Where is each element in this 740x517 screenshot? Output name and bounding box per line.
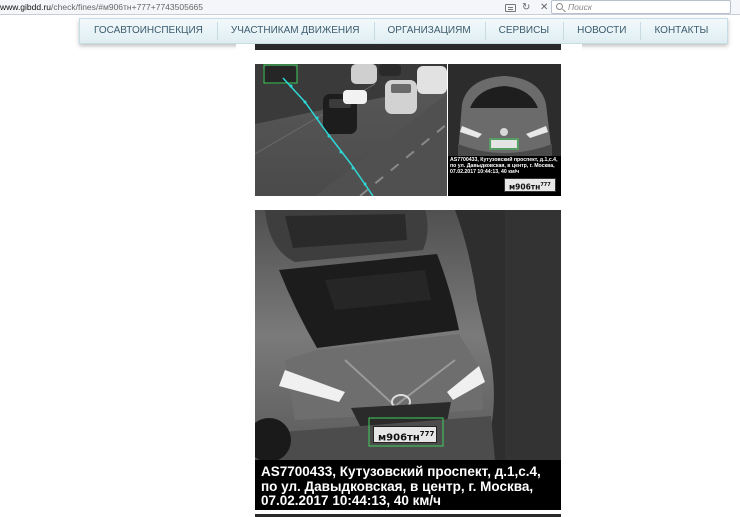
url-field[interactable]: www.gibdd.ru/check/fines/#м906тн+777+774… [0, 1, 500, 14]
nav-item-organizaciyam[interactable]: ОРГАНИЗАЦИЯМ [373, 18, 485, 44]
main-nav: ГОСАВТОИНСПЕКЦИЯ УЧАСТНИКАМ ДВИЖЕНИЯ ОРГ… [79, 18, 728, 44]
plate-number: м906тн [509, 182, 541, 192]
previous-photo-strip [255, 44, 561, 50]
address-bar: www.gibdd.ru/check/fines/#м906тн+777+774… [0, 0, 740, 15]
nav-item-uchastnikam[interactable]: УЧАСТНИКАМ ДВИЖЕНИЯ [216, 18, 374, 44]
url-host: www.gibdd.ru [0, 2, 52, 12]
reader-view-icon[interactable] [505, 3, 516, 12]
closeup-caption: AS7700433, Кутузовский проспект, д.1,с.4… [261, 464, 561, 509]
search-placeholder: Поиск [568, 2, 592, 12]
url-path: /check/fines/#м906тн+777+7743505665 [51, 2, 203, 12]
closeup-caption-line-2: по ул. Давыдковская, в центр, г. Москва, [261, 478, 534, 494]
closeup-plate: м906тн777 [373, 426, 437, 443]
nav-item-novosti[interactable]: НОВОСТИ [563, 18, 640, 44]
nav-item-gosavtoinspekciya[interactable]: ГОСАВТОИНСПЕКЦИЯ [80, 18, 217, 44]
nav-item-servisy[interactable]: СЕРВИСЫ [484, 18, 564, 44]
closeup-plate-region: 777 [419, 430, 435, 438]
road-overview-photo [255, 64, 447, 196]
refresh-icon[interactable]: ↻ [522, 2, 534, 13]
closeup-caption-line-1: AS7700433, Кутузовский проспект, д.1,с.4… [261, 464, 541, 479]
search-icon [556, 3, 563, 10]
vehicle-closeup-photo: м906тн777 AS7700433, Кутузовский проспек… [255, 210, 561, 510]
closeup-caption-line-3: 07.02.2017 10:44:13, 40 км/ч [261, 493, 441, 508]
road-overview-image [255, 64, 447, 196]
thumbnail-caption-line-3: 07.02.2017 10:44:13, 40 км/ч [450, 169, 520, 175]
closeup-plate-number: м906тн [378, 432, 420, 444]
search-input[interactable]: Поиск [551, 0, 731, 14]
nav-item-kontakty[interactable]: КОНТАКТЫ [640, 18, 722, 44]
plate-region: 777 [540, 182, 551, 188]
thumbnail-caption: AS7700433, Кутузовский проспект, д.1,с.4… [450, 157, 560, 175]
thumbnail-plate: м906тн777 [504, 178, 556, 192]
vehicle-thumbnail-image [448, 64, 561, 196]
vehicle-thumbnail-photo: AS7700433, Кутузовский проспект, д.1,с.4… [448, 64, 561, 196]
